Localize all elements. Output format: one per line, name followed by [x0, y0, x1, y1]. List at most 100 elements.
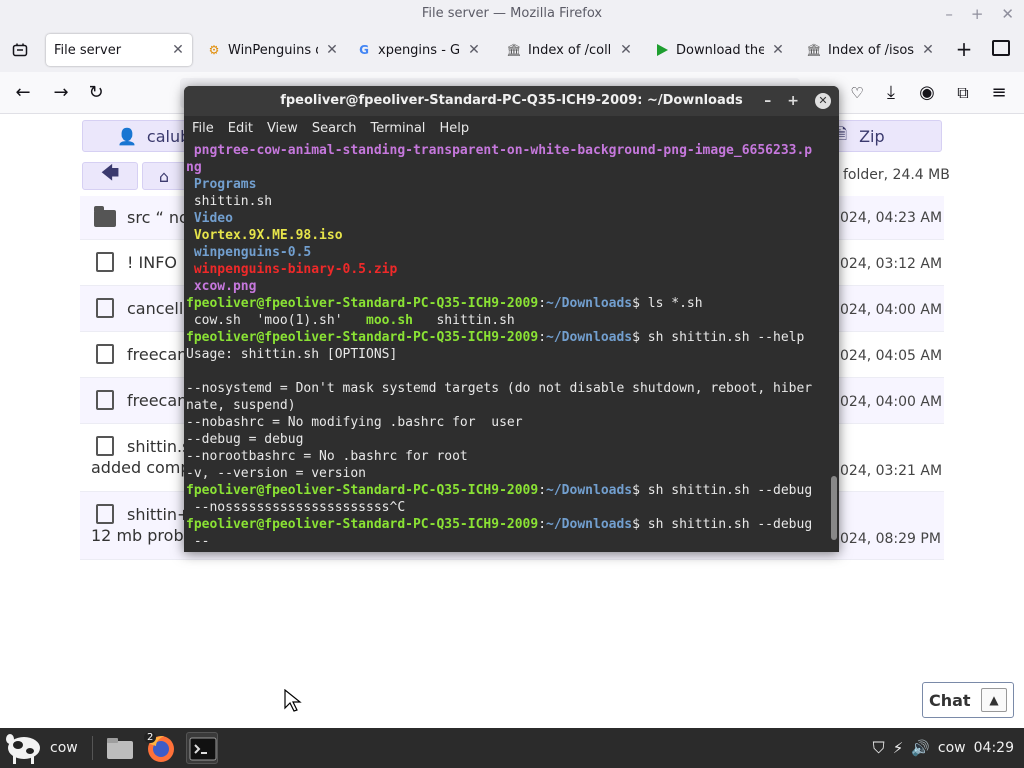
close-icon[interactable]: ✕: [815, 93, 831, 109]
file-date: 024, 04:00 AM: [840, 302, 943, 318]
command-text: sh shittin.sh --debug: [639, 517, 813, 532]
maximize-icon[interactable]: +: [971, 0, 984, 28]
account-icon[interactable]: ◉: [916, 82, 938, 104]
terminal-output-line: winpenguins-binary-0.5.zip: [186, 261, 826, 278]
firefox-titlebar: File server — Mozilla Firefox – + ✕: [0, 0, 1024, 28]
terminal-scrollbar[interactable]: [831, 476, 837, 540]
file-name[interactable]: freecan: [127, 391, 187, 410]
prompt-symbol: $: [632, 483, 640, 498]
terminal-output-line: --nosssssssssssssssssssss^C: [186, 499, 826, 516]
tab-close-icon[interactable]: ✕: [770, 42, 786, 58]
terminal-output-line: Vortex.9X.ME.98.iso: [186, 227, 826, 244]
back-arrow-icon[interactable]: 🡄: [82, 162, 138, 190]
menu-view[interactable]: View: [267, 121, 298, 136]
tab-close-icon[interactable]: ✕: [466, 42, 482, 58]
firefox-view-icon: [12, 43, 28, 57]
prompt-path: ~/Downloads: [546, 330, 633, 345]
tab-title: WinPenguins d: [228, 42, 318, 58]
tab-winpenguins[interactable]: ⚙ WinPenguins d ✕: [198, 34, 346, 66]
terminal-window[interactable]: fpeoliver@fpeoliver-Standard-PC-Q35-ICH9…: [184, 86, 839, 552]
terminal-output[interactable]: pngtree-cow-animal-standing-transparent-…: [186, 142, 826, 552]
shield-icon[interactable]: ⛉: [873, 738, 885, 758]
back-arrow-icon[interactable]: ←: [12, 82, 34, 104]
desktop: File server — Mozilla Firefox – + ✕ File…: [0, 0, 1024, 768]
file-name[interactable]: ! INFO: [127, 253, 177, 272]
user-icon: 👤: [117, 126, 137, 146]
menu-help[interactable]: Help: [439, 121, 469, 136]
volume-icon[interactable]: 🔊: [911, 739, 930, 757]
tab-close-icon[interactable]: ✕: [170, 42, 186, 58]
firefox-launcher[interactable]: 2: [144, 732, 176, 764]
tab-close-icon[interactable]: ✕: [618, 42, 634, 58]
taskbar-separator: [92, 736, 93, 760]
menu-search[interactable]: Search: [312, 121, 357, 136]
firefox-view-button[interactable]: [8, 38, 32, 62]
minimize-icon[interactable]: –: [764, 86, 771, 116]
downloads-icon[interactable]: ⤓: [880, 82, 902, 104]
chat-widget[interactable]: Chat ▲: [922, 682, 1014, 718]
winpenguins-favicon: ⚙: [208, 43, 220, 57]
terminal-titlebar[interactable]: fpeoliver@fpeoliver-Standard-PC-Q35-ICH9…: [184, 86, 839, 116]
command-text: sh shittin.sh --help: [639, 330, 805, 345]
tab-file-server[interactable]: File server ✕: [46, 34, 192, 66]
output-text: Video: [186, 211, 233, 226]
file-manager-launcher[interactable]: [104, 732, 136, 764]
new-tab-button[interactable]: +: [952, 38, 976, 62]
output-text: cow.sh 'moo(1).sh': [186, 313, 367, 328]
terminal-window-controls: – + ✕: [764, 86, 831, 116]
terminal-launcher[interactable]: [186, 732, 218, 764]
maximize-icon[interactable]: +: [787, 86, 799, 116]
menu-edit[interactable]: Edit: [228, 121, 253, 136]
pocket-icon[interactable]: ♡: [846, 82, 868, 104]
output-text: winpenguins-binary-0.5.zip: [186, 262, 398, 277]
tray-user[interactable]: cow: [938, 740, 966, 756]
play-favicon: [654, 42, 670, 58]
file-name[interactable]: src “ no: [127, 208, 189, 227]
menu-file[interactable]: File: [192, 121, 214, 136]
close-icon[interactable]: ✕: [1001, 0, 1014, 28]
command-text: ls *.sh: [639, 296, 703, 311]
output-text: --nosystemd = Don't mask systemd targets…: [186, 381, 813, 396]
tab-close-icon[interactable]: ✕: [324, 42, 340, 58]
terminal-output-line: Video: [186, 210, 826, 227]
tab-index-isos[interactable]: 🏛 Index of /isos/w ✕: [798, 34, 942, 66]
output-text: -v, --version = version: [186, 466, 367, 481]
clock[interactable]: 04:29: [974, 740, 1014, 756]
tab-index-collection[interactable]: 🏛 Index of /collec ✕: [498, 34, 640, 66]
tab-close-icon[interactable]: ✕: [920, 42, 936, 58]
minimize-icon[interactable]: –: [945, 0, 953, 28]
file-date: 024, 04:23 AM: [840, 210, 943, 226]
menu-terminal[interactable]: Terminal: [370, 121, 425, 136]
terminal-output-line: xcow.png: [186, 278, 826, 295]
extensions-icon[interactable]: ⧉: [952, 82, 974, 104]
network-icon[interactable]: ⚡: [893, 739, 904, 757]
zip-button-label: Zip: [859, 126, 885, 146]
terminal-output-line: Usage: shittin.sh [OPTIONS]: [186, 346, 826, 363]
file-name[interactable]: shittin+: [127, 505, 190, 524]
tab-title: File server: [54, 42, 122, 58]
chat-expand-icon[interactable]: ▲: [981, 688, 1007, 712]
tab-title: Download the l: [676, 42, 764, 58]
command-text: sh shittin.sh --debug: [639, 483, 813, 498]
file-name[interactable]: shittin.s: [127, 437, 190, 456]
start-label: cow: [50, 740, 78, 756]
cow-logo-icon: [6, 734, 40, 764]
home-icon[interactable]: ⌂: [142, 162, 186, 190]
tab-bar: File server ✕ ⚙ WinPenguins d ✕ G xpengi…: [0, 28, 1024, 72]
start-menu-button[interactable]: cow: [4, 730, 78, 766]
output-text: --debug = debug: [186, 432, 304, 447]
output-text: --: [186, 534, 210, 549]
terminal-output-line: cow.sh 'moo(1).sh' moo.sh shittin.sh: [186, 312, 826, 329]
terminal-prompt-line: fpeoliver@fpeoliver-Standard-PC-Q35-ICH9…: [186, 329, 826, 346]
tab-download[interactable]: Download the l ✕: [646, 34, 792, 66]
terminal-output-line: shittin.sh: [186, 193, 826, 210]
prompt-separator: :: [538, 517, 547, 532]
tab-google[interactable]: G xpengins - Goog ✕: [348, 34, 488, 66]
list-all-tabs-icon[interactable]: [992, 40, 1010, 56]
hamburger-menu-icon[interactable]: ≡: [988, 82, 1010, 104]
forward-arrow-icon[interactable]: →: [50, 82, 72, 104]
prompt-separator: :: [538, 296, 547, 311]
file-name[interactable]: freecan: [127, 345, 187, 364]
terminal-output-line: --nosystemd = Don't mask systemd targets…: [186, 380, 826, 397]
reload-icon[interactable]: ↻: [85, 82, 107, 104]
